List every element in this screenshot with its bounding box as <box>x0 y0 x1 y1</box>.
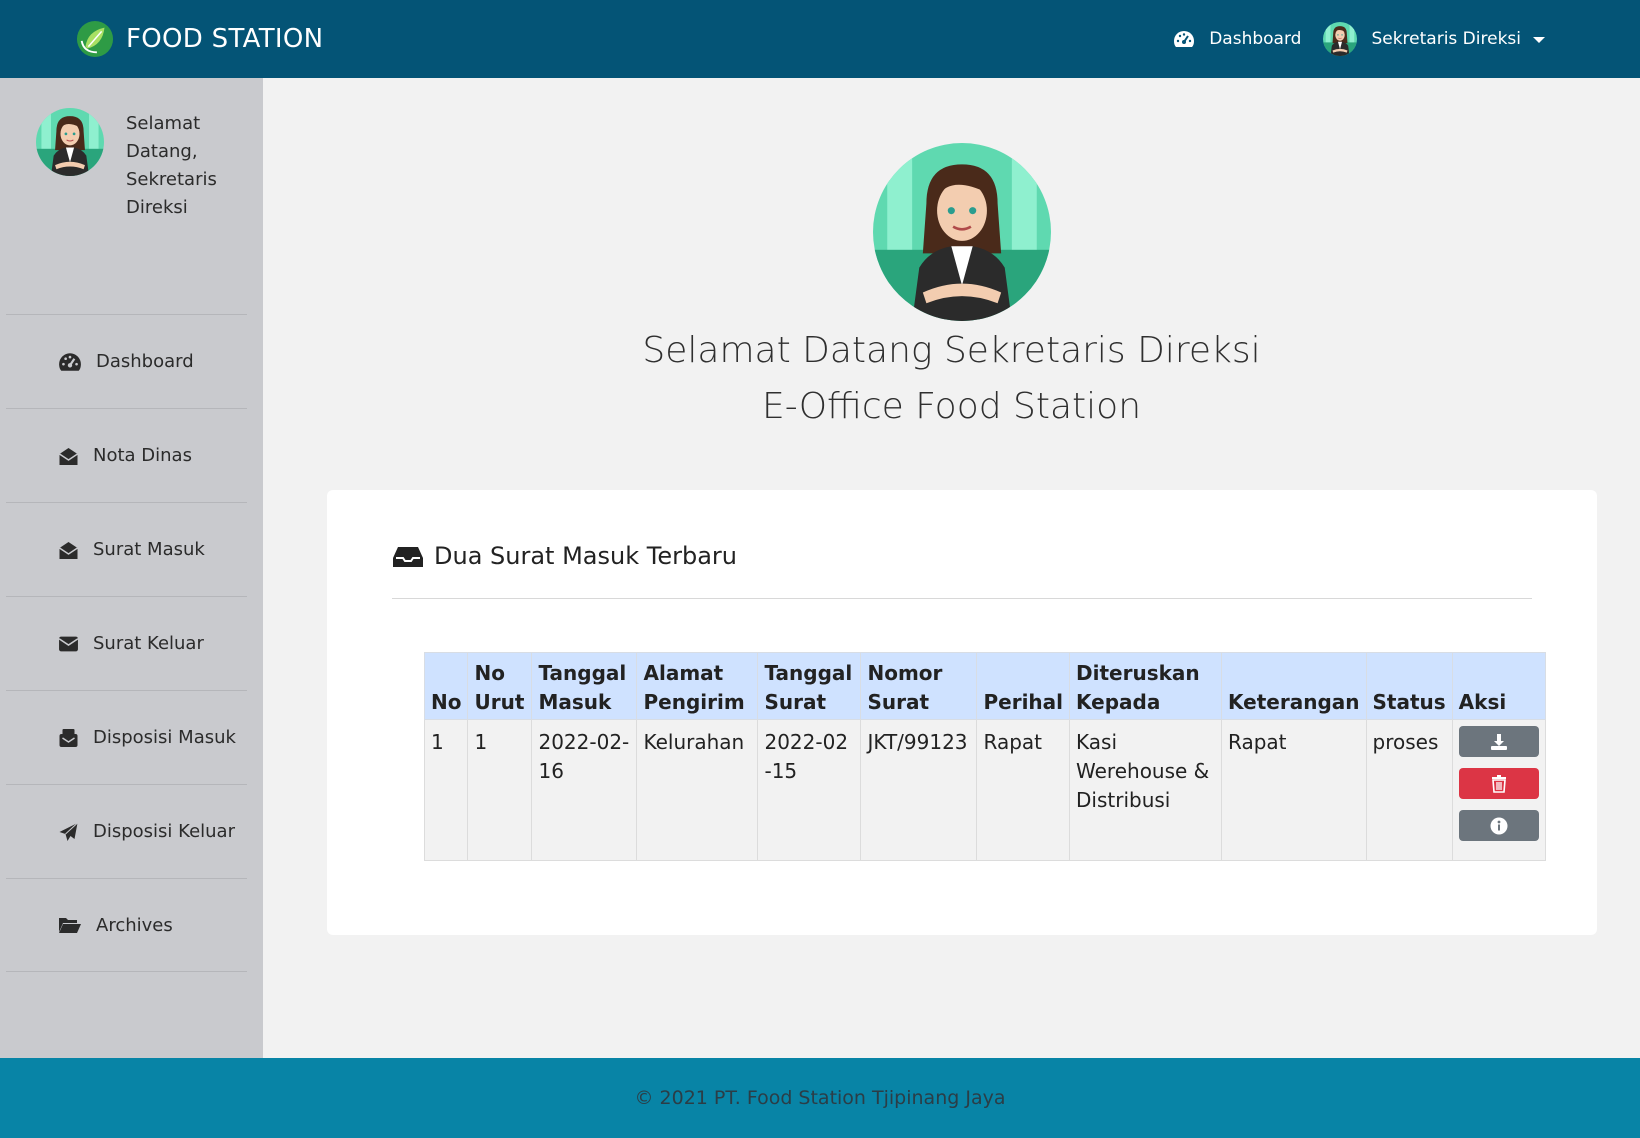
sidebar-item-archives[interactable]: Archives <box>6 878 247 972</box>
nav-dashboard-link[interactable]: Dashboard <box>1173 29 1301 49</box>
sidebar-item-label: Archives <box>96 914 173 936</box>
sidebar-item-disposisi-keluar[interactable]: Disposisi Keluar <box>6 784 247 878</box>
cell-aksi <box>1451 719 1546 861</box>
envelope-open-icon <box>59 447 78 465</box>
cell-no-urut: 1 <box>467 719 533 861</box>
caret-down-icon <box>1533 37 1545 43</box>
sidebar-item-label: Surat Keluar <box>93 633 204 654</box>
detail-button[interactable] <box>1458 810 1539 841</box>
card-header: Dua Surat Masuk Terbaru <box>392 542 1532 599</box>
food-station-logo-icon <box>76 20 114 58</box>
avatar <box>1323 22 1357 56</box>
download-button[interactable] <box>1458 726 1539 757</box>
top-navbar: FOOD STATION Dashboard Sekretaris Direks… <box>0 0 1640 78</box>
column-header: No <box>423 652 469 720</box>
cell-keterangan: Rapat <box>1221 719 1367 861</box>
cell-diteruskan-kepada: Kasi Werehouse & Distribusi <box>1069 719 1223 861</box>
sidebar-item-label: Disposisi Keluar <box>93 821 235 842</box>
incoming-letters-table: No No Urut Tanggal Masuk Alamat Pengirim… <box>423 652 1546 861</box>
recent-letters-card: Dua Surat Masuk Terbaru No No Urut Tangg… <box>327 490 1597 935</box>
sidebar-item-surat-masuk[interactable]: Surat Masuk <box>6 502 247 596</box>
download-icon <box>1490 733 1507 750</box>
column-header: Status <box>1365 652 1453 720</box>
hero-avatar <box>873 143 1051 321</box>
sidebar-item-nota-dinas[interactable]: Nota Dinas <box>6 408 247 502</box>
sidebar-item-disposisi-masuk[interactable]: Disposisi Masuk <box>6 690 247 784</box>
column-header: Tanggal Masuk <box>531 652 638 720</box>
sidebar-profile: Selamat Datang, Sekretaris Direksi <box>36 108 236 222</box>
cell-tanggal-masuk: 2022-02-16 <box>531 719 638 861</box>
cell-perihal: Rapat <box>976 719 1071 861</box>
footer: © 2021 PT. Food Station Tjipinang Jaya <box>0 1058 1640 1138</box>
folder-open-icon <box>59 918 81 933</box>
inbox-icon <box>393 547 423 567</box>
paper-plane-icon <box>59 822 78 841</box>
column-header: Nomor Surat <box>860 652 978 720</box>
app-subtitle: E-Office Food Station <box>761 386 1142 427</box>
nav-dashboard-label: Dashboard <box>1209 29 1302 49</box>
table-header-row: No No Urut Tanggal Masuk Alamat Pengirim… <box>423 652 1546 720</box>
sidebar-welcome-text: Selamat Datang, Sekretaris Direksi <box>126 113 217 218</box>
user-name: Sekretaris Direksi <box>1371 29 1521 49</box>
column-header: Diteruskan Kepada <box>1069 652 1223 720</box>
sidebar-item-label: Dashboard <box>96 351 194 372</box>
welcome-heading: Selamat Datang Sekretaris Direksi <box>642 330 1261 371</box>
sidebar: Selamat Datang, Sekretaris Direksi Dashb… <box>0 78 263 1058</box>
column-header: Alamat Pengirim <box>636 652 759 720</box>
sidebar-menu: Dashboard Nota Dinas Surat Masuk Surat K… <box>6 314 247 972</box>
column-header: Tanggal Surat <box>757 652 862 720</box>
sidebar-item-surat-keluar[interactable]: Surat Keluar <box>6 596 247 690</box>
brand[interactable]: FOOD STATION <box>76 20 323 58</box>
cell-status: proses <box>1365 719 1453 861</box>
card-title: Dua Surat Masuk Terbaru <box>434 542 737 570</box>
footer-copyright: © 2021 PT. Food Station Tjipinang Jaya <box>634 1087 1006 1109</box>
column-header: Aksi <box>1451 652 1546 720</box>
mail-bulk-icon <box>59 728 78 747</box>
delete-button[interactable] <box>1458 768 1539 799</box>
gauge-icon <box>59 352 81 371</box>
envelope-icon <box>58 636 79 651</box>
column-header: Keterangan <box>1221 652 1367 720</box>
sidebar-item-label: Disposisi Masuk <box>93 727 236 748</box>
brand-name: FOOD STATION <box>126 24 324 54</box>
column-header: Perihal <box>976 652 1071 720</box>
cell-tanggal-surat: 2022-02-15 <box>757 719 862 861</box>
trash-icon <box>1491 774 1506 793</box>
cell-no: 1 <box>423 719 469 861</box>
sidebar-item-label: Surat Masuk <box>93 539 205 560</box>
sidebar-item-dashboard[interactable]: Dashboard <box>6 314 247 408</box>
sidebar-item-label: Nota Dinas <box>93 445 192 466</box>
info-icon <box>1490 817 1508 834</box>
user-dropdown[interactable]: Sekretaris Direksi <box>1323 22 1545 56</box>
table-row: 1 1 2022-02-16 Kelurahan 2022-02-15 JKT/… <box>423 719 1546 861</box>
cell-alamat-pengirim: Kelurahan <box>636 719 759 861</box>
envelope-open-icon <box>59 541 78 559</box>
column-header: No Urut <box>467 652 533 720</box>
gauge-icon <box>1174 31 1195 47</box>
cell-nomor-surat: JKT/99123 <box>860 719 978 861</box>
sidebar-avatar <box>36 108 104 176</box>
